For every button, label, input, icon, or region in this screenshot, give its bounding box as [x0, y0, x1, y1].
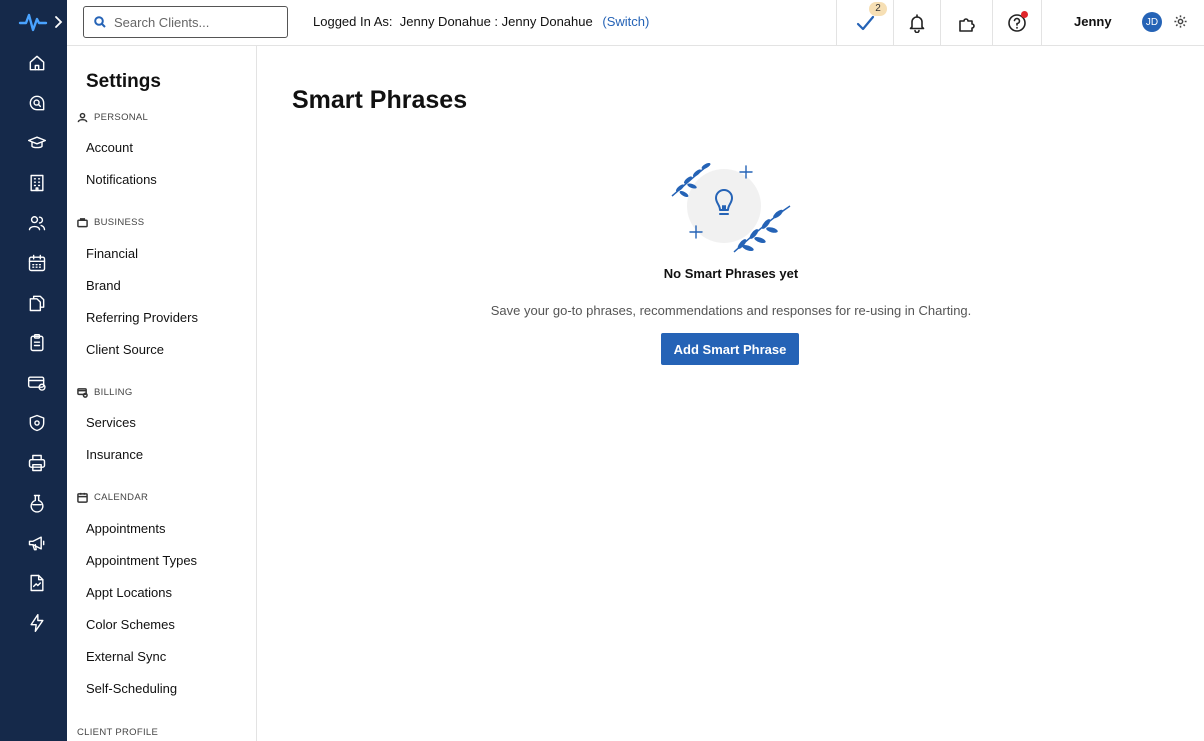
flask-icon[interactable] [25, 491, 49, 515]
avatar[interactable]: JD [1142, 12, 1162, 32]
logged-in-info: Logged In As: Jenny Donahue : Jenny Dona… [313, 14, 649, 29]
search-input[interactable] [114, 14, 284, 30]
add-smart-phrase-button[interactable]: Add Smart Phrase [661, 333, 799, 365]
section-client-profile: CLIENT PROFILE [77, 727, 158, 738]
left-nav-rail [0, 0, 67, 741]
integrations-button[interactable] [940, 0, 992, 46]
puzzle-icon [958, 18, 975, 32]
section-business-label: BUSINESS [94, 217, 145, 228]
section-personal: PERSONAL [77, 112, 148, 123]
report-icon[interactable] [25, 571, 49, 595]
client-search[interactable] [83, 6, 288, 38]
section-business: BUSINESS [77, 217, 144, 228]
logo-icon[interactable] [18, 10, 48, 34]
documents-icon[interactable] [25, 291, 49, 315]
calendar-small-icon [77, 492, 88, 503]
sidebar-item-services[interactable]: Services [86, 415, 136, 430]
sidebar-item-external-sync[interactable]: External Sync [86, 649, 166, 664]
printer-icon[interactable] [25, 451, 49, 475]
settings-title: Settings [86, 71, 161, 92]
briefcase-icon [77, 218, 88, 228]
billing-card-icon [77, 388, 88, 398]
help-button[interactable] [992, 0, 1041, 46]
section-client-profile-label: CLIENT PROFILE [77, 727, 159, 738]
main-content: Smart Phrases No Smart Phrases yet Save … [258, 46, 1204, 741]
building-icon[interactable] [25, 171, 49, 195]
settings-sidebar: Settings PERSONAL Account Notifications … [67, 46, 257, 741]
topbar-divider [1041, 0, 1042, 46]
sidebar-item-self-scheduling[interactable]: Self-Scheduling [86, 681, 177, 696]
section-calendar: CALENDAR [77, 492, 148, 503]
sidebar-item-brand[interactable]: Brand [86, 278, 121, 293]
sidebar-item-account[interactable]: Account [86, 140, 133, 155]
sidebar-item-appointments[interactable]: Appointments [86, 521, 166, 536]
home-icon[interactable] [25, 51, 49, 75]
section-personal-label: PERSONAL [94, 112, 149, 123]
help-alert-dot [1021, 11, 1028, 18]
section-calendar-label: CALENDAR [94, 492, 149, 503]
search-icon [94, 16, 106, 28]
bell-icon [909, 14, 925, 33]
logged-in-label: Logged In As: [313, 14, 393, 29]
sidebar-item-referring-providers[interactable]: Referring Providers [86, 310, 198, 325]
sidebar-item-color-schemes[interactable]: Color Schemes [86, 617, 175, 632]
search-chat-icon[interactable] [25, 91, 49, 115]
sidebar-item-financial[interactable]: Financial [86, 246, 138, 261]
clipboard-icon[interactable] [25, 331, 49, 355]
sidebar-item-appt-locations[interactable]: Appt Locations [86, 585, 172, 600]
section-billing-label: BILLING [94, 387, 133, 398]
person-icon [77, 112, 88, 123]
sidebar-item-client-source[interactable]: Client Source [86, 342, 164, 357]
graduation-cap-icon[interactable] [25, 131, 49, 155]
section-billing: BILLING [77, 387, 133, 398]
gear-icon[interactable] [1173, 14, 1188, 29]
tasks-button[interactable]: 2 [836, 0, 893, 46]
sidebar-item-appointment-types[interactable]: Appointment Types [86, 553, 197, 568]
switch-user-link[interactable]: (Switch) [602, 14, 649, 29]
expand-chevron-icon[interactable] [53, 14, 65, 30]
sidebar-item-insurance[interactable]: Insurance [86, 447, 143, 462]
logged-in-user: Jenny Donahue : Jenny Donahue [399, 14, 593, 29]
empty-state-description: Save your go-to phrases, recommendations… [490, 303, 972, 318]
users-icon[interactable] [25, 211, 49, 235]
checkmark-icon [856, 15, 875, 31]
billing-icon[interactable] [25, 371, 49, 395]
megaphone-icon[interactable] [25, 531, 49, 555]
lightbulb-illustration-icon [662, 156, 802, 261]
empty-state-title: No Smart Phrases yet [663, 266, 799, 281]
top-bar: Logged In As: Jenny Donahue : Jenny Dona… [67, 0, 1204, 46]
shield-icon[interactable] [25, 411, 49, 435]
tasks-count-badge: 2 [869, 2, 887, 16]
user-name[interactable]: Jenny [1074, 14, 1112, 29]
sidebar-item-notifications[interactable]: Notifications [86, 172, 157, 187]
lightning-icon[interactable] [25, 611, 49, 635]
notifications-button[interactable] [893, 0, 940, 46]
page-title: Smart Phrases [292, 86, 468, 114]
calendar-icon[interactable] [25, 251, 49, 275]
